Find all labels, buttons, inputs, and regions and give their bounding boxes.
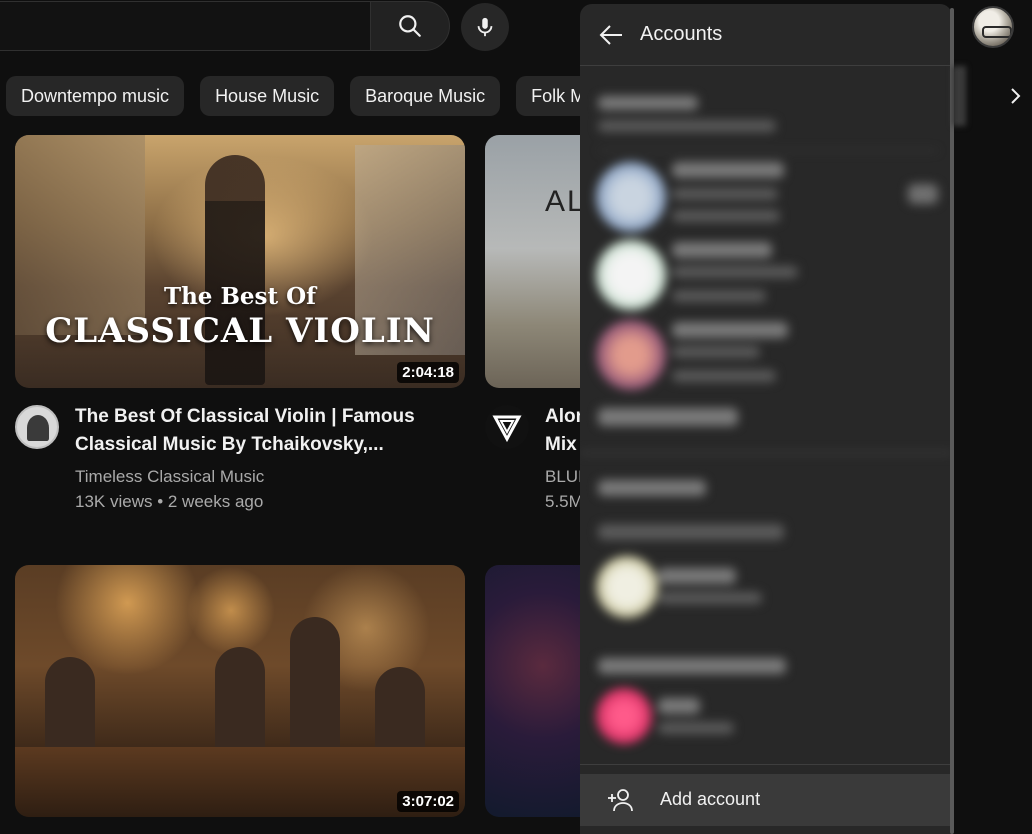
account-avatar[interactable] (596, 320, 666, 390)
redacted-text (672, 242, 772, 258)
redacted-text (658, 568, 736, 584)
search-button[interactable] (370, 1, 450, 51)
account-avatar[interactable] (596, 240, 666, 310)
chips-next-button[interactable] (1000, 78, 1030, 114)
accounts-panel-header: Accounts (580, 4, 952, 66)
add-account-button[interactable]: Add account (580, 774, 952, 826)
chip-baroque-music[interactable]: Baroque Music (350, 76, 501, 116)
redacted-icon (908, 184, 938, 204)
add-account-label: Add account (660, 789, 761, 809)
divider (580, 764, 952, 765)
video-thumbnail[interactable]: 3:07:02 (15, 565, 465, 817)
video-channel-name[interactable]: Timeless Classical Music (75, 464, 264, 489)
divider (598, 150, 938, 151)
account-avatar[interactable] (596, 162, 666, 232)
voice-search-button[interactable] (461, 3, 509, 51)
video-thumbnail[interactable]: AL (485, 135, 581, 388)
redacted-text (658, 698, 700, 714)
video-duration: 2:04:18 (397, 362, 459, 383)
redacted-text (672, 210, 780, 222)
video-duration: 3:07:02 (397, 791, 459, 812)
search-input[interactable] (0, 1, 370, 51)
redacted-text (672, 346, 760, 358)
chip-downtempo[interactable]: Downtempo music (6, 76, 185, 116)
redacted-text (672, 188, 778, 200)
video-meta: 13K views • 2 weeks ago (75, 492, 264, 511)
accounts-panel: Accounts Add account (580, 4, 952, 834)
thumbnail-title-small: The Best Of (163, 283, 317, 310)
redacted-text (598, 480, 706, 496)
arrow-left-icon (599, 25, 622, 45)
video-thumbnail[interactable]: The Best Of CLASSICAL VIOLIN 2:04:18 (15, 135, 465, 388)
redacted-text (672, 290, 766, 302)
redacted-text (658, 722, 734, 734)
back-button[interactable] (594, 18, 628, 52)
redacted-text (598, 96, 698, 110)
video-title-line: The Best Of Classical Violin | Famous (75, 406, 415, 427)
redacted-text (672, 370, 776, 382)
redacted-text (598, 120, 776, 132)
video-meta: 5.5M (545, 492, 583, 511)
chip-bar: Downtempo music House Music Baroque Musi… (6, 76, 611, 116)
chevron-right-icon (1011, 88, 1021, 104)
channel-avatar[interactable] (15, 405, 59, 449)
account-avatar[interactable] (596, 556, 658, 618)
divider (580, 452, 952, 454)
accounts-panel-title: Accounts (640, 23, 723, 45)
video-thumbnail[interactable] (485, 565, 581, 817)
account-avatar[interactable] (596, 688, 652, 744)
channel-logo-icon (492, 415, 522, 442)
redacted-text (672, 322, 788, 338)
video-title-line: Classical Music By Tchaikovsky,... (75, 434, 384, 455)
redacted-text (598, 524, 784, 540)
thumbnail-text: AL (545, 185, 581, 218)
channel-avatar[interactable] (485, 405, 529, 449)
redacted-text (658, 592, 762, 604)
add-person-icon (608, 789, 633, 812)
redacted-text (598, 408, 738, 426)
background-blur (952, 66, 966, 126)
search-icon (399, 15, 421, 37)
thumbnail-title-big: CLASSICAL VIOLIN (45, 311, 435, 351)
redacted-text (672, 162, 784, 178)
user-avatar[interactable] (972, 6, 1014, 48)
redacted-text (598, 658, 786, 674)
redacted-text (672, 266, 798, 278)
chip-house-music[interactable]: House Music (200, 76, 335, 116)
microphone-icon (477, 17, 493, 37)
accounts-panel-scrollbar[interactable] (950, 8, 954, 834)
video-title[interactable]: The Best Of Classical Violin | Famous Cl… (75, 403, 415, 459)
